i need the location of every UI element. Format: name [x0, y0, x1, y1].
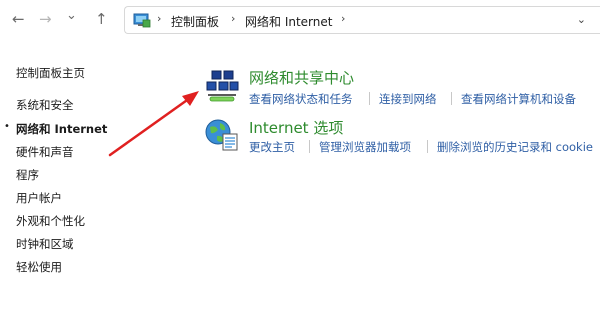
annotation-arrow	[108, 91, 199, 157]
